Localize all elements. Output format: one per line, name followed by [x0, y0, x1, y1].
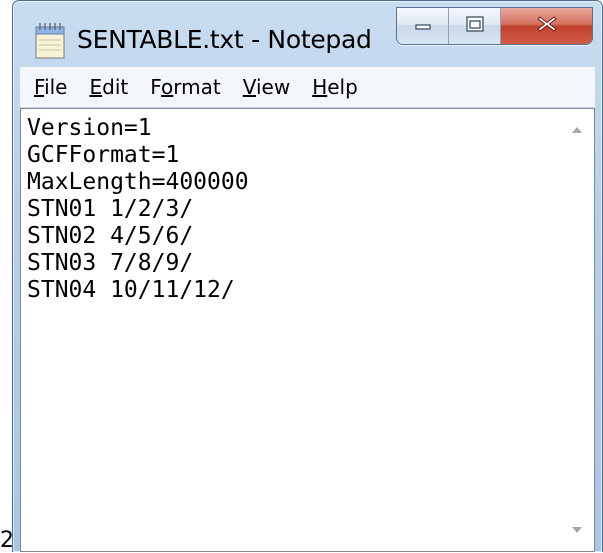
vertical-scrollbar[interactable]: [560, 109, 594, 551]
scroll-down-arrow-icon: [571, 523, 583, 537]
menu-edit[interactable]: Edit: [79, 67, 138, 107]
menu-help-rest: elp: [327, 75, 358, 99]
menu-file[interactable]: File: [22, 67, 77, 107]
menu-view[interactable]: View: [233, 67, 300, 107]
menu-format[interactable]: Format: [140, 67, 231, 107]
menu-file-rest: ile: [44, 75, 68, 99]
text-editor[interactable]: Version=1 GCFFormat=1 MaxLength=400000 S…: [20, 108, 595, 552]
editor-line: STN01 1/2/3/: [27, 196, 194, 222]
menu-format-rest: rmat: [173, 75, 221, 99]
maximize-icon: [465, 15, 485, 38]
menu-format-prefix: F: [150, 75, 162, 99]
editor-line: Version=1: [27, 115, 152, 141]
editor-line: STN02 4/5/6/: [27, 223, 194, 249]
menu-help[interactable]: Help: [302, 67, 368, 107]
editor-line: STN04 10/11/12/: [27, 277, 235, 303]
minimize-icon: [414, 17, 432, 36]
editor-line: MaxLength=400000: [27, 169, 249, 195]
editor-line: GCFFormat=1: [27, 142, 180, 168]
maximize-button[interactable]: [449, 8, 501, 44]
window-title: SENTABLE.txt - Notepad: [77, 25, 372, 54]
close-icon: [536, 15, 558, 38]
menu-file-mnemonic: F: [34, 75, 45, 99]
caption-buttons: [396, 7, 593, 45]
notepad-icon[interactable]: [33, 20, 67, 60]
editor-content[interactable]: Version=1 GCFFormat=1 MaxLength=400000 S…: [27, 115, 554, 551]
minimize-button[interactable]: [397, 8, 449, 44]
menu-help-mnemonic: H: [312, 75, 328, 99]
menu-edit-mnemonic: E: [89, 75, 103, 99]
menu-view-mnemonic: V: [242, 75, 256, 99]
menu-edit-rest: dit: [102, 75, 129, 99]
notepad-window: SENTABLE.txt - Notepad File Edit Format …: [12, 0, 603, 552]
menu-bar: File Edit Format View Help: [20, 67, 595, 108]
menu-format-mnemonic: o: [161, 75, 174, 99]
close-button[interactable]: [501, 8, 592, 44]
menu-view-rest: iew: [255, 75, 291, 99]
scroll-up-arrow-icon: [571, 123, 583, 137]
scroll-down-button[interactable]: [560, 515, 594, 545]
scroll-up-button[interactable]: [560, 115, 594, 145]
editor-line: STN03 7/8/9/: [27, 250, 194, 276]
